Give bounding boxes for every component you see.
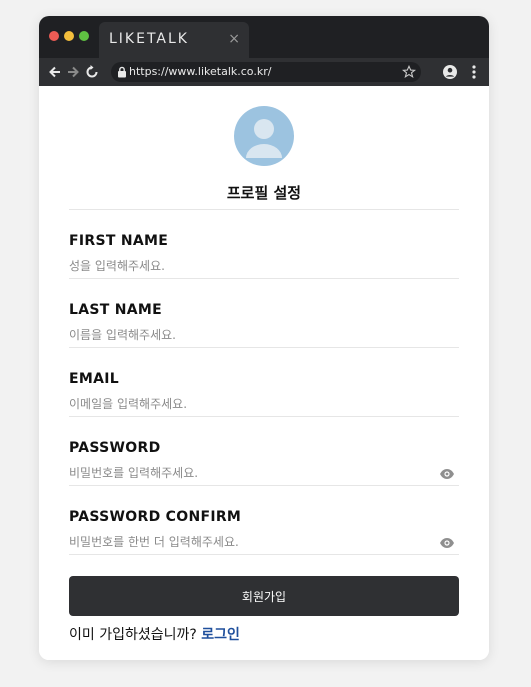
last-name-input[interactable]	[69, 326, 459, 344]
first-name-underline	[69, 278, 459, 279]
title-divider	[69, 209, 459, 210]
login-prompt: 이미 가입하셨습니까? 로그인	[69, 624, 240, 644]
menu-icon[interactable]	[466, 64, 482, 80]
url-text: https://www.liketalk.co.kr/	[129, 65, 272, 78]
last-name-label: LAST NAME	[69, 302, 163, 318]
browser-toolbar: https://www.liketalk.co.kr/	[39, 58, 489, 86]
password-confirm-input[interactable]	[69, 533, 429, 551]
login-prompt-text: 이미 가입하셨습니까?	[69, 627, 202, 643]
first-name-input[interactable]	[69, 257, 459, 275]
user-avatar-icon	[246, 119, 282, 158]
reload-icon[interactable]	[84, 64, 100, 80]
login-link[interactable]: 로그인	[201, 627, 240, 643]
browser-window: LIKETALK × https://www.liketalk.co.kr/ 프…	[39, 16, 489, 660]
tab-title: LIKETALK	[109, 31, 189, 47]
arrow-left-icon[interactable]	[47, 64, 63, 80]
first-name-label: FIRST NAME	[69, 233, 169, 249]
email-input[interactable]	[69, 395, 459, 413]
title-bar: LIKETALK ×	[39, 16, 489, 58]
page-title: 프로필 설정	[226, 184, 302, 202]
lock-icon	[118, 66, 126, 78]
password-underline	[69, 485, 459, 486]
password-confirm-underline	[69, 554, 459, 555]
maximize-window-button[interactable]	[79, 31, 89, 41]
account-icon[interactable]	[442, 64, 458, 80]
star-icon[interactable]	[402, 65, 416, 79]
eye-icon[interactable]	[439, 537, 455, 549]
address-bar[interactable]: https://www.liketalk.co.kr/	[111, 62, 421, 82]
page-content: 프로필 설정 FIRST NAME LAST NAME EMAIL PASSWO…	[39, 86, 489, 660]
arrow-right-icon[interactable]	[65, 64, 81, 80]
close-window-button[interactable]	[49, 31, 59, 41]
browser-tab[interactable]: LIKETALK ×	[99, 22, 249, 58]
signup-button[interactable]: 회원가입	[69, 576, 459, 616]
email-underline	[69, 416, 459, 417]
avatar[interactable]	[234, 106, 294, 166]
password-confirm-label: PASSWORD CONFIRM	[69, 509, 242, 525]
tab-close-icon[interactable]: ×	[228, 31, 240, 47]
minimize-window-button[interactable]	[64, 31, 74, 41]
last-name-underline	[69, 347, 459, 348]
email-label: EMAIL	[69, 371, 119, 387]
password-input[interactable]	[69, 464, 429, 482]
eye-icon[interactable]	[439, 468, 455, 480]
password-label: PASSWORD	[69, 440, 161, 456]
